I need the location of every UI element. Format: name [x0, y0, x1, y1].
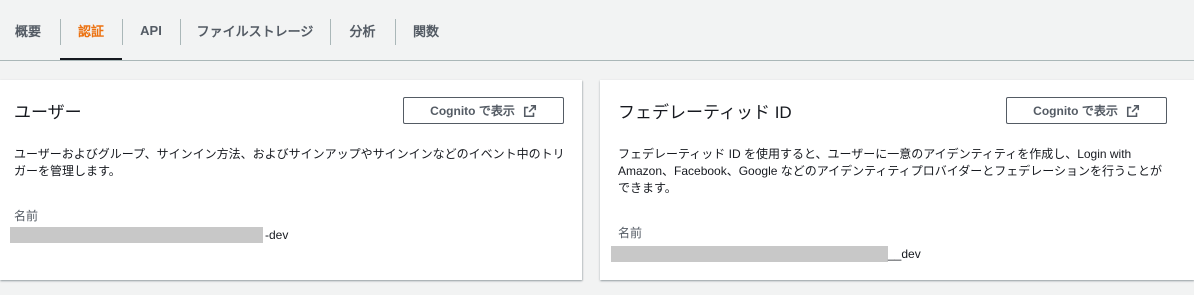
redacted-name: [611, 246, 888, 262]
view-in-cognito-button[interactable]: Cognito で表示: [1006, 97, 1167, 124]
view-in-cognito-label: Cognito で表示: [430, 104, 515, 118]
view-in-cognito-button[interactable]: Cognito で表示: [403, 97, 564, 124]
user-panel-title: ユーザー: [14, 103, 82, 122]
federated-panel-description: フェデレーティッド ID を使用すると、ユーザーに一意のアイデンティティを作成し…: [618, 147, 1162, 195]
tab-functions[interactable]: 関数: [395, 0, 457, 60]
view-in-cognito-label: Cognito で表示: [1033, 104, 1118, 118]
tab-api[interactable]: API: [122, 0, 180, 60]
redacted-name: [10, 227, 263, 243]
external-link-icon: [523, 104, 536, 117]
federated-name-label: 名前: [618, 226, 643, 240]
user-panel-description: ユーザーおよびグループ、サインイン方法、およびサインアップやサインインなどのイベ…: [14, 147, 565, 178]
user-name-label: 名前: [14, 209, 39, 223]
tab-overview[interactable]: 概要: [0, 0, 56, 60]
user-name-suffix: -dev: [265, 228, 289, 242]
tab-file-storage[interactable]: ファイルストレージ: [180, 0, 330, 60]
federated-panel-title: フェデレーティッド ID: [618, 103, 792, 122]
tab-analytics[interactable]: 分析: [330, 0, 395, 60]
external-link-icon: [1126, 104, 1139, 117]
tab-bar: 概要 認証 API ファイルストレージ 分析 関数: [0, 0, 1194, 61]
tab-auth[interactable]: 認証: [60, 0, 122, 60]
federated-name-suffix: __dev: [888, 247, 921, 261]
